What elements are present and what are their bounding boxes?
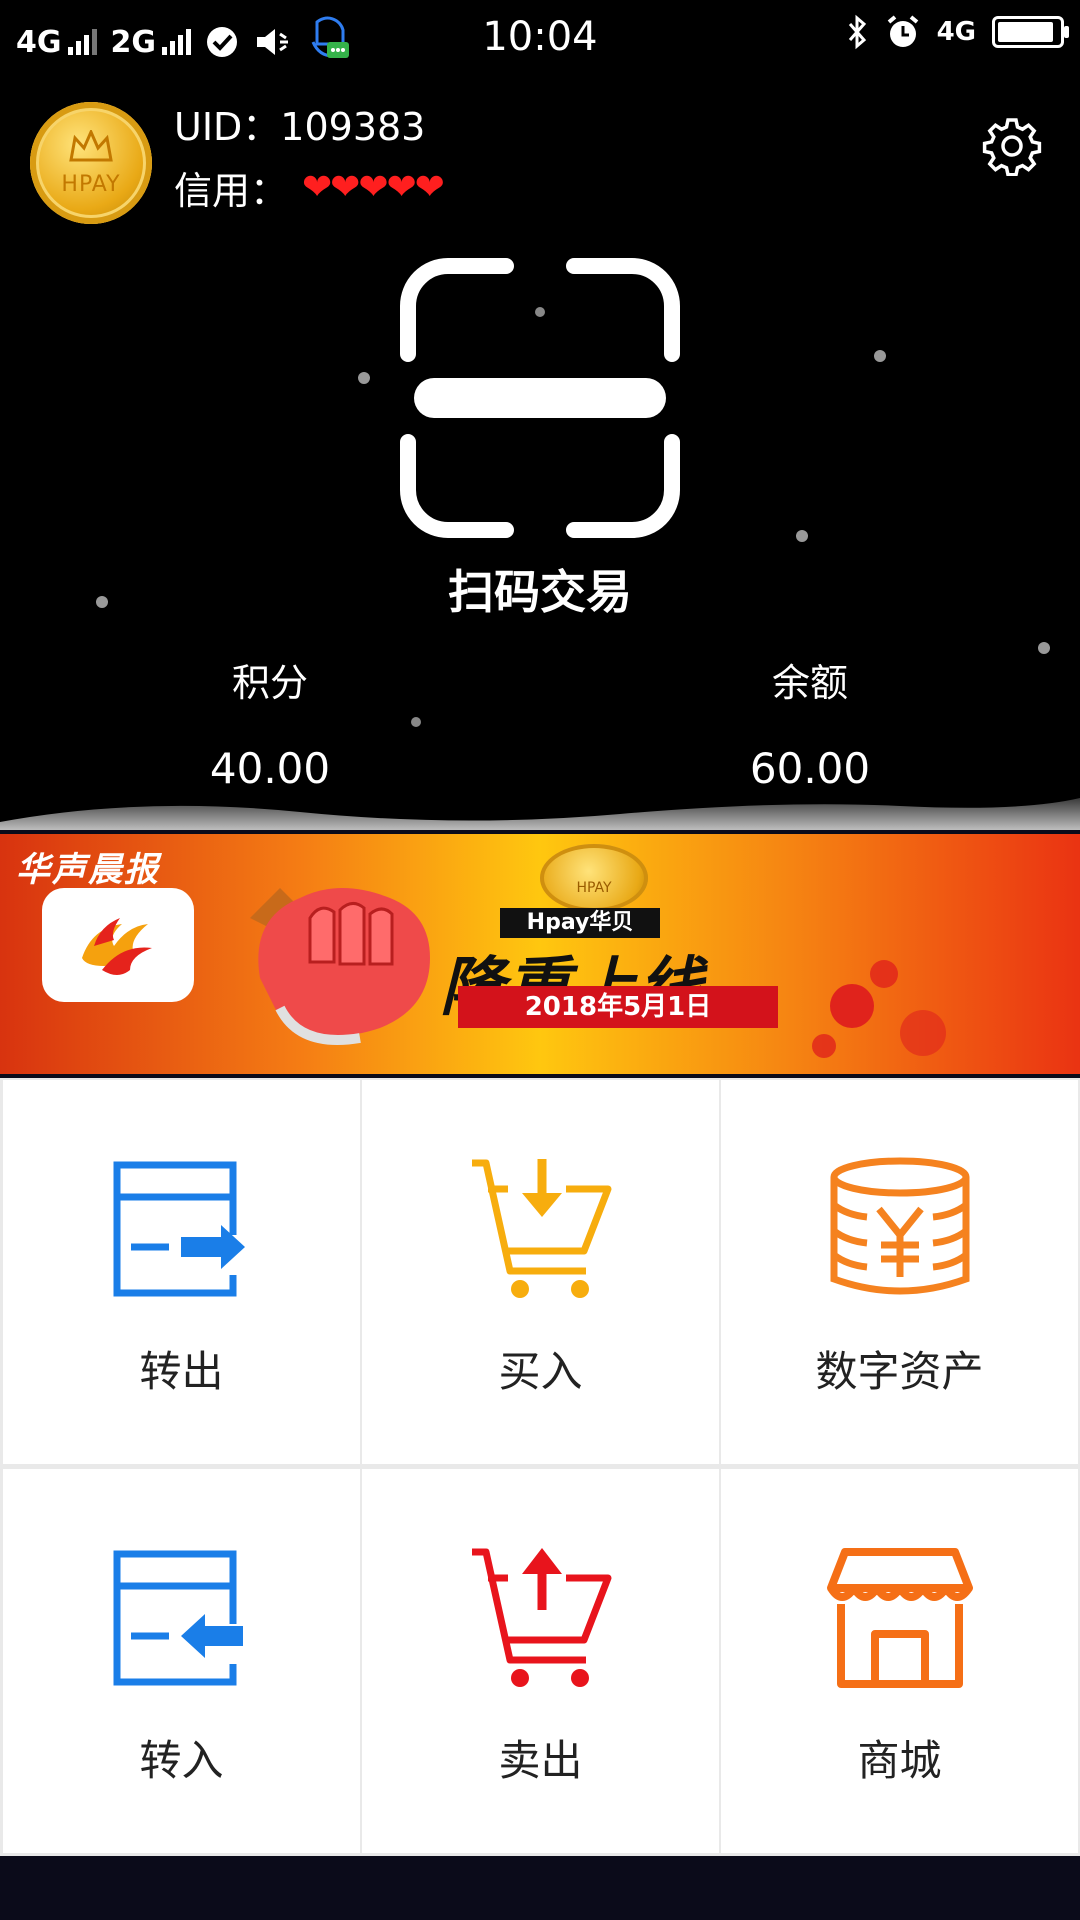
menu-label: 买入 xyxy=(498,1347,583,1396)
flame-logo-icon xyxy=(82,918,152,975)
menu-sell[interactable]: 卖出 xyxy=(362,1469,719,1853)
network-type-right: 4G xyxy=(936,17,976,47)
avatar[interactable]: HPAY xyxy=(30,102,152,224)
balance-value[interactable]: 60.00 xyxy=(710,744,910,793)
menu-label: 转出 xyxy=(139,1347,224,1396)
menu-transfer-in[interactable]: 转入 xyxy=(3,1469,360,1853)
coin-brand-text: HPAY xyxy=(576,880,612,896)
wave-divider xyxy=(0,798,1080,830)
transfer-in-icon xyxy=(113,1550,243,1686)
menu-digital-assets[interactable]: 数字资产 xyxy=(721,1080,1078,1464)
credit-hearts-icon: ❤❤❤❤❤ xyxy=(302,167,445,208)
bottom-bar xyxy=(0,1860,1080,1920)
scan-trade-label[interactable]: 扫码交易 xyxy=(0,556,1080,622)
uid-label: UID： xyxy=(174,105,281,149)
coin-stack-icon xyxy=(830,1157,970,1295)
transfer-out-icon xyxy=(113,1161,245,1297)
menu-label: 商城 xyxy=(857,1736,942,1785)
decor-dot xyxy=(830,984,874,1028)
points-label: 积分 xyxy=(231,661,308,705)
hpay-coin-logo: HPAY xyxy=(540,844,648,912)
menu-grid: 转出 买入 数字资产 转入 卖出 商城 xyxy=(0,1078,1080,1856)
credit-label: 信用： xyxy=(174,169,289,213)
battery-icon xyxy=(992,16,1069,48)
credit-line: 信用： ❤❤❤❤❤ xyxy=(174,160,445,215)
decor-dot xyxy=(870,960,898,988)
cart-sell-icon xyxy=(472,1548,612,1687)
fist-graphic xyxy=(250,888,430,1045)
uid-line: UID：109383 xyxy=(174,96,425,151)
product-name: Hpay华贝 xyxy=(500,908,660,938)
crown-icon xyxy=(69,130,113,162)
decor-dot xyxy=(812,1034,836,1058)
uid-value: 109383 xyxy=(280,105,426,149)
avatar-brand-text: HPAY xyxy=(61,172,121,197)
store-icon xyxy=(827,1548,973,1688)
cart-buy-icon xyxy=(472,1159,612,1298)
menu-store[interactable]: 商城 xyxy=(721,1469,1078,1853)
menu-label: 转入 xyxy=(139,1736,224,1785)
menu-label: 卖出 xyxy=(498,1736,583,1785)
alarm-icon xyxy=(887,15,918,47)
hero-section: 4G 2G 10:04 4G HPAY UID：109383 信用： ❤❤❤❤❤ xyxy=(0,0,1080,830)
menu-buy[interactable]: 买入 xyxy=(362,1080,719,1464)
points-value[interactable]: 40.00 xyxy=(170,744,370,793)
menu-transfer-out[interactable]: 转出 xyxy=(3,1080,360,1464)
menu-label: 数字资产 xyxy=(815,1347,984,1396)
promo-banner[interactable]: 华声晨报 HPAY Hpay华贝 隆重上线 2018年5月1日 xyxy=(0,834,1080,1074)
battery-level xyxy=(998,22,1054,42)
news-app-logo xyxy=(42,888,194,1002)
balance-label: 余额 xyxy=(771,661,848,705)
bluetooth-icon xyxy=(848,14,866,50)
decor-dot xyxy=(900,1010,946,1056)
status-bar: 4G 2G 10:04 4G xyxy=(0,0,1080,72)
news-title: 华声晨报 xyxy=(16,850,160,890)
settings-gear-icon[interactable] xyxy=(982,116,1042,176)
scan-qr-icon[interactable] xyxy=(398,256,682,540)
launch-date: 2018年5月1日 xyxy=(458,986,778,1028)
